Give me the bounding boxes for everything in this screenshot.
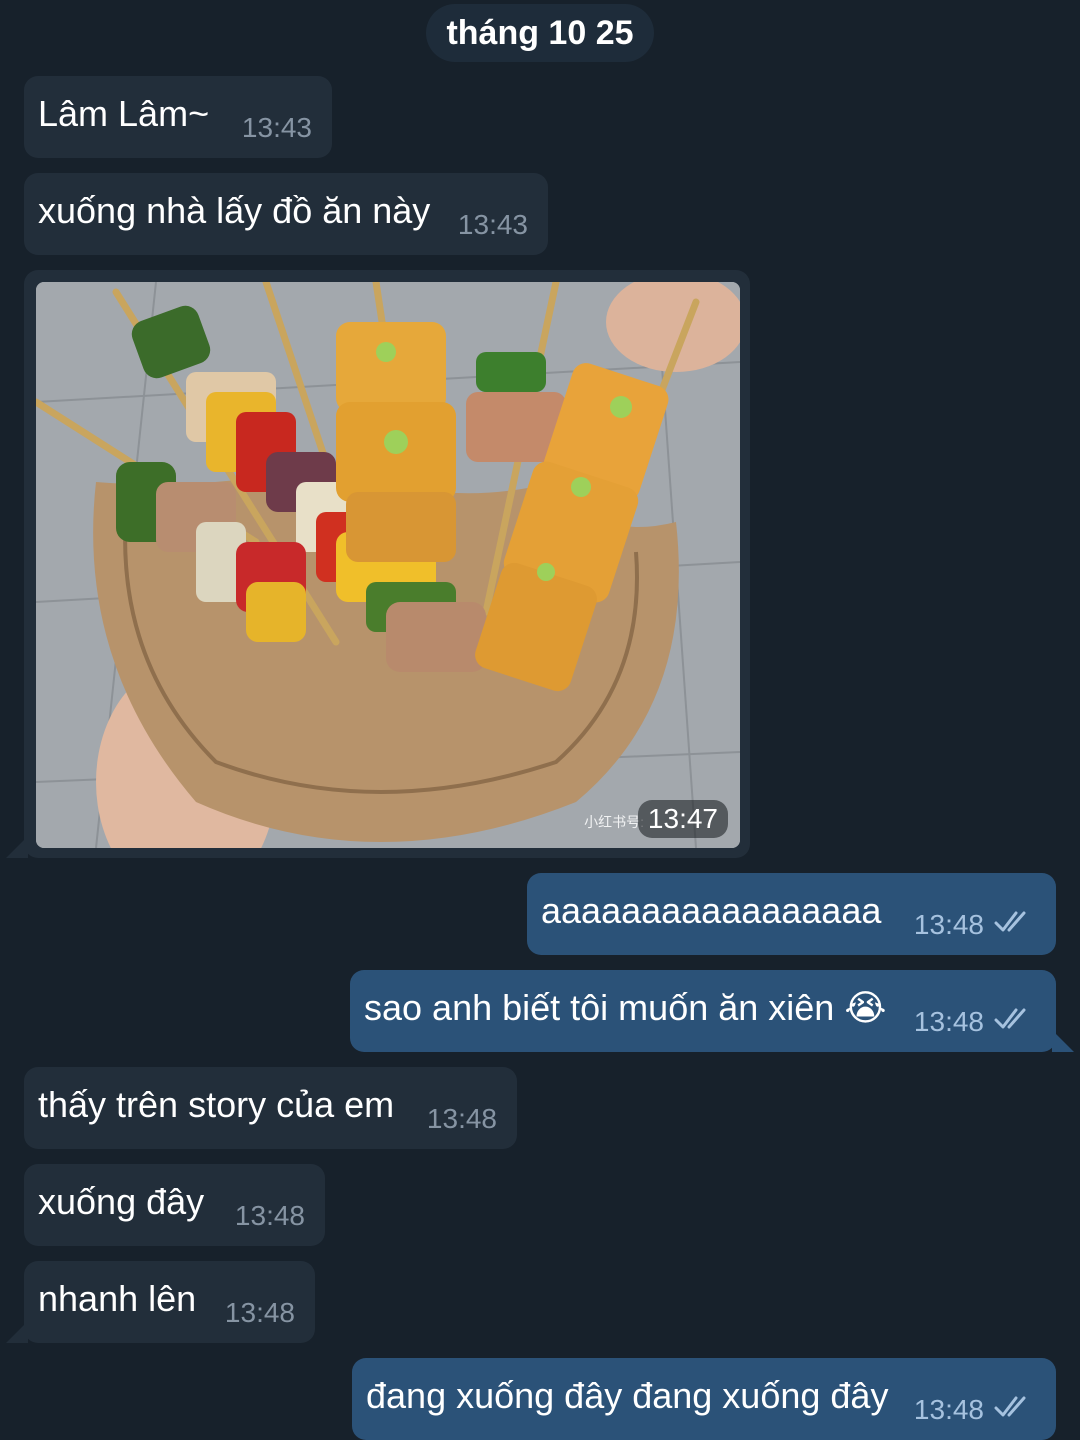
incoming-message[interactable]: thấy trên story của em 13:48 xyxy=(24,1067,517,1149)
double-check-icon xyxy=(994,1008,1026,1029)
date-header: tháng 10 25 xyxy=(426,4,654,62)
outgoing-message[interactable]: sao anh biết tôi muốn ăn xiên 😭 13:48 xyxy=(350,970,1056,1052)
incoming-message[interactable]: Lâm Lâm~ 13:43 xyxy=(24,76,332,158)
double-check-icon xyxy=(994,911,1026,932)
incoming-message[interactable]: nhanh lên 13:48 xyxy=(24,1261,315,1343)
bubble-tail xyxy=(1052,1030,1074,1052)
message-time: 13:43 xyxy=(241,112,312,143)
message-time: 13:48 xyxy=(913,909,984,940)
chat-view: tháng 10 25 Lâm Lâm~ 13:43 xuống nhà lấy… xyxy=(0,0,1080,1440)
message-text: aaaaaaaaaaaaaaaaa xyxy=(541,890,882,931)
date-header-label: tháng 10 25 xyxy=(446,13,634,52)
message-time: 13:43 xyxy=(457,209,528,240)
bubble-tail xyxy=(6,836,28,858)
outgoing-message[interactable]: aaaaaaaaaaaaaaaaa 13:48 xyxy=(527,873,1056,955)
incoming-photo-message[interactable]: 小红书号: 13:47 xyxy=(24,270,750,858)
message-time: 13:48 xyxy=(224,1297,295,1328)
skewers-photo[interactable]: 小红书号: 13:47 xyxy=(36,282,740,848)
bubble-tail xyxy=(6,1321,28,1343)
message-time: 13:48 xyxy=(913,1006,984,1037)
message-text: Lâm Lâm~ xyxy=(38,93,210,134)
incoming-message[interactable]: xuống nhà lấy đồ ăn này 13:43 xyxy=(24,173,548,255)
message-text: đang xuống đây đang xuống đây xyxy=(366,1375,889,1416)
message-text: nhanh lên xyxy=(38,1278,197,1319)
message-text: xuống đây xyxy=(38,1181,205,1222)
message-time: 13:48 xyxy=(234,1200,305,1231)
message-text: thấy trên story của em xyxy=(38,1084,395,1125)
outgoing-message[interactable]: đang xuống đây đang xuống đây 13:48 xyxy=(352,1358,1056,1440)
message-time: 13:48 xyxy=(913,1394,984,1425)
message-time: 13:48 xyxy=(426,1103,497,1134)
message-text: sao anh biết tôi muốn ăn xiên 😭 xyxy=(364,987,887,1028)
double-check-icon xyxy=(994,1396,1026,1417)
incoming-message[interactable]: xuống đây 13:48 xyxy=(24,1164,325,1246)
photo-watermark: 小红书号: xyxy=(584,814,644,830)
message-time: 13:47 xyxy=(637,800,728,838)
message-text: xuống nhà lấy đồ ăn này xyxy=(38,190,431,231)
